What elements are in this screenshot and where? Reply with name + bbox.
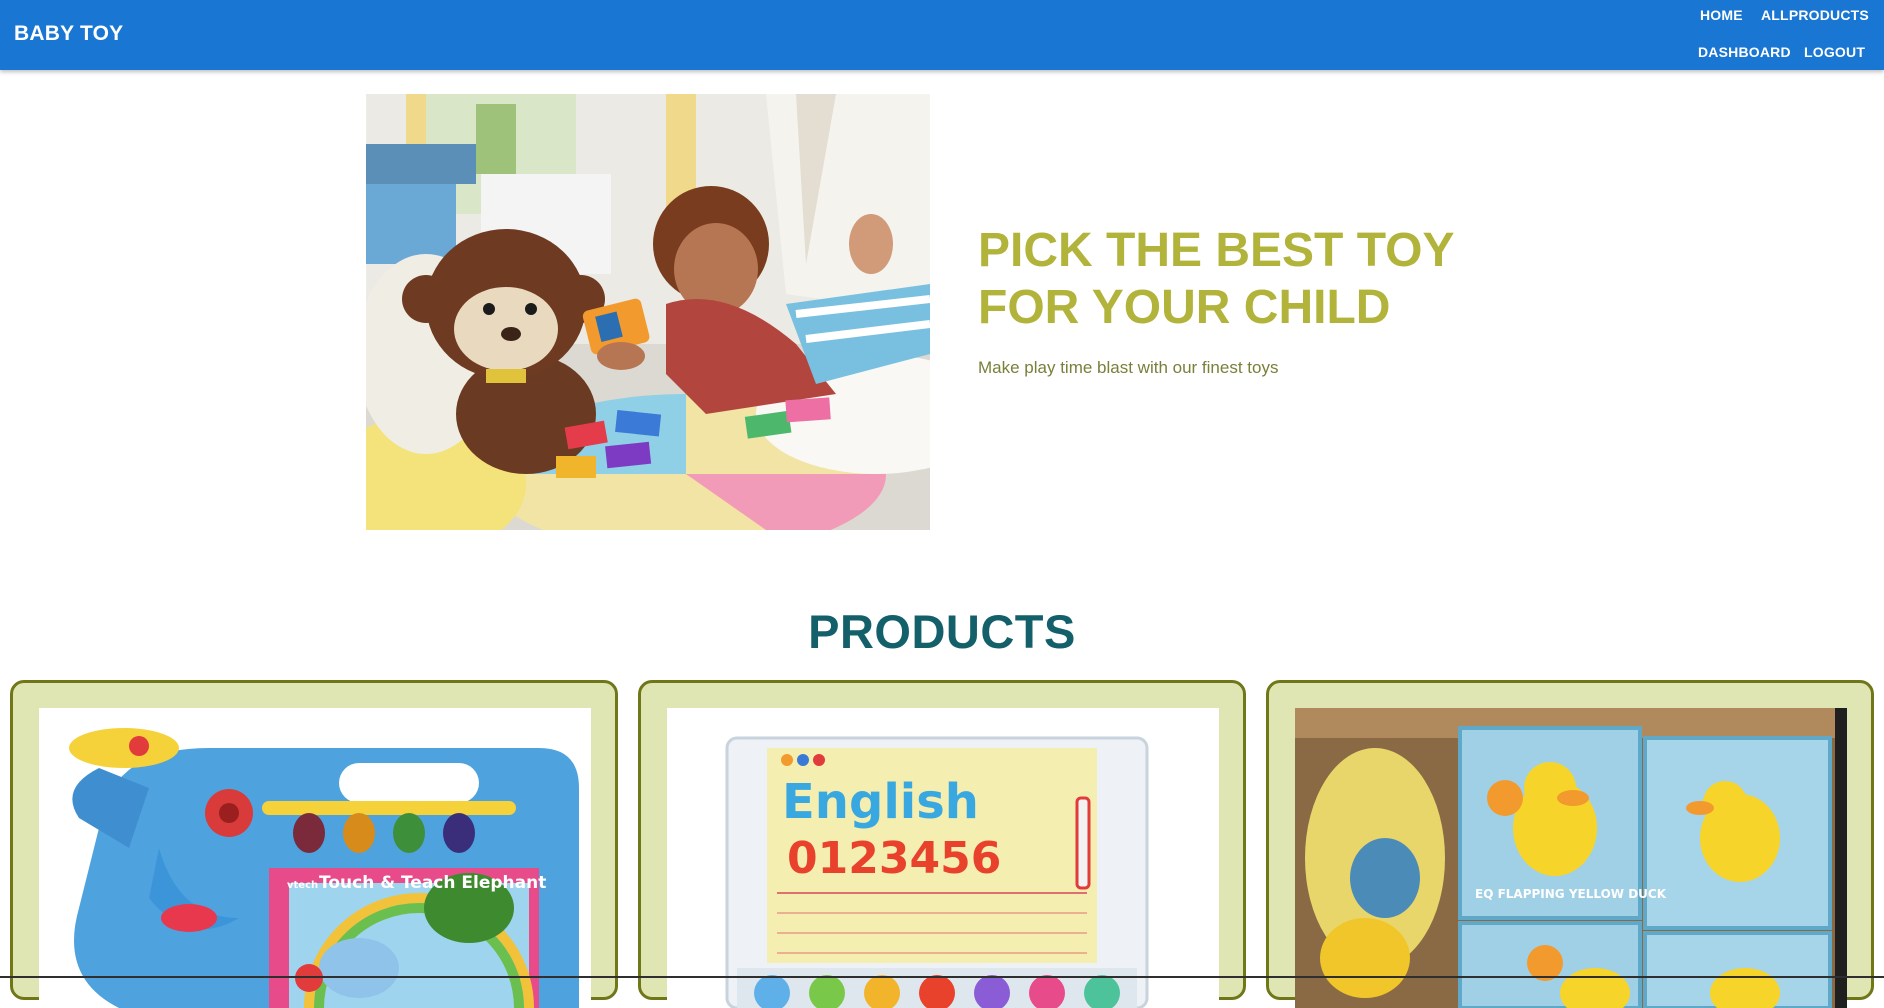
hero-title-line1: PICK THE BEST TOY	[978, 224, 1455, 277]
hero-title-line2: FOR YOUR CHILD	[978, 281, 1391, 334]
hero-title: PICK THE BEST TOY FOR YOUR CHILD	[978, 222, 1478, 336]
product-card[interactable]: EQ FLAPPING YELLOW DUCK	[1266, 680, 1874, 1008]
nav-allproducts-link[interactable]: ALLPRODUCTS	[1761, 7, 1869, 23]
brand-logo[interactable]: BABY TOY	[14, 22, 123, 46]
nav-dashboard-link[interactable]: DASHBOARD	[1698, 44, 1791, 60]
product-image[interactable]: English 0123456	[667, 708, 1219, 1008]
hero-subtitle: Make play time blast with our finest toy…	[978, 358, 1279, 377]
nav-logout-link[interactable]: LOGOUT	[1804, 44, 1865, 60]
hero-illustration	[366, 94, 930, 530]
product-card[interactable]: English 0123456	[638, 680, 1246, 1008]
app-bar: BABY TOY HOME ALLPRODUCTS DASHBOARD LOGO…	[0, 0, 1884, 70]
products-heading: PRODUCTS	[808, 605, 1076, 658]
product-image[interactable]: EQ FLAPPING YELLOW DUCK	[1295, 708, 1847, 1008]
card1-label-text: Touch & Teach Elephant	[319, 873, 546, 893]
card2-label-text: English	[782, 774, 979, 830]
card1-brand-text: vtech	[287, 880, 318, 891]
duck-toys-illustration: EQ FLAPPING YELLOW DUCK	[1295, 708, 1847, 1008]
nav-home-link[interactable]: HOME	[1700, 7, 1743, 23]
product-card[interactable]: vtech Touch & Teach Elephant	[10, 680, 618, 1008]
product-image[interactable]: vtech Touch & Teach Elephant	[39, 708, 591, 1008]
elephant-toy-illustration: vtech Touch & Teach Elephant	[39, 708, 591, 1008]
card3-label-text: EQ FLAPPING YELLOW DUCK	[1475, 887, 1667, 901]
hero-image	[366, 94, 930, 530]
card2-digits-text: 0123456	[787, 833, 1001, 884]
letters-board-illustration: English 0123456	[667, 708, 1219, 1008]
